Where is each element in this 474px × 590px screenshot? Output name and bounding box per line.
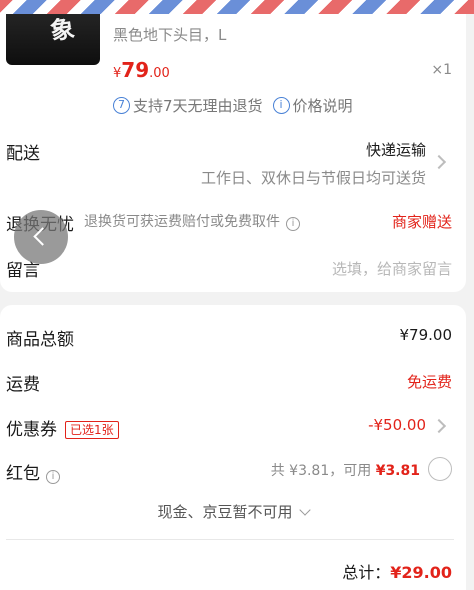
seven-day-return-icon: 7 xyxy=(113,97,130,114)
product-variant: 黑色地下头目，L xyxy=(113,26,227,44)
coupon-value[interactable]: -¥50.00 xyxy=(368,416,426,434)
shipping-label: 运费 xyxy=(6,375,40,395)
worry-free-desc: 退换货可获运费赔付或免费取件 i xyxy=(84,211,300,231)
chevron-down-icon xyxy=(298,504,311,516)
total-label: 总计： xyxy=(342,563,391,582)
info-icon: i xyxy=(272,97,290,114)
order-confirm-page: 象 黑色地下头目，L ¥79.00 ×1 7 支持7天无理由退货 i 价格说明 … xyxy=(0,0,474,590)
delivery-chevron-icon[interactable] xyxy=(431,154,447,170)
shipping-value: 免运费 xyxy=(406,373,452,391)
product-price: ¥79.00 xyxy=(113,58,170,82)
divider xyxy=(6,539,454,540)
price-summary-card: 商品总额 ¥79.00 运费 免运费 优惠券 已选1张 -¥50.00 红包 i 共… xyxy=(0,305,466,590)
message-input[interactable]: 选填，给商家留言 xyxy=(332,258,452,279)
total-value: ¥29.00 xyxy=(390,563,452,582)
return-policy-link[interactable]: 支持7天无理由退货 xyxy=(133,95,263,116)
coupon-selected-badge: 已选1张 xyxy=(65,421,119,439)
order-total: 总计：¥29.00 xyxy=(342,559,452,583)
worry-free-info-icon[interactable]: i xyxy=(286,217,300,231)
goods-total-label: 商品总额 xyxy=(6,330,74,350)
coupon-chevron-icon[interactable] xyxy=(431,418,447,434)
redpacket-info-icon[interactable]: i xyxy=(46,470,60,484)
delivery-label: 配送 xyxy=(6,144,40,164)
worry-free-value: 商家赠送 xyxy=(391,213,452,231)
cash-note[interactable]: 现金、京豆暂不可用 xyxy=(0,501,466,522)
delivery-note: 工作日、双休日与节假日均可送货 xyxy=(200,169,426,187)
redpacket-amounts: 共 ¥3.81，可用 ¥3.81 xyxy=(270,463,420,479)
hoodie-print-graphic: 象 xyxy=(48,14,77,46)
product-quantity: ×1 xyxy=(431,62,452,78)
delivery-method[interactable]: 快递运输 xyxy=(366,139,426,160)
price-info-link[interactable]: 价格说明 xyxy=(293,95,353,116)
airmail-stripe xyxy=(0,0,474,14)
goods-total-value: ¥79.00 xyxy=(399,326,453,344)
redpacket-label: 红包 xyxy=(6,464,40,484)
order-item-card: 象 黑色地下头目，L ¥79.00 ×1 7 支持7天无理由退货 i 价格说明 … xyxy=(0,0,466,292)
redpacket-toggle[interactable] xyxy=(428,457,452,481)
coupon-row[interactable]: 优惠券 已选1张 xyxy=(6,415,119,440)
coupon-label: 优惠券 xyxy=(6,420,57,440)
redpacket-label-wrap: 红包 i xyxy=(6,459,60,484)
service-row: 7 支持7天无理由退货 i 价格说明 xyxy=(113,95,353,116)
back-button[interactable] xyxy=(14,210,68,264)
redpacket-available: ¥3.81 xyxy=(375,463,420,479)
chevron-left-icon xyxy=(33,227,52,246)
